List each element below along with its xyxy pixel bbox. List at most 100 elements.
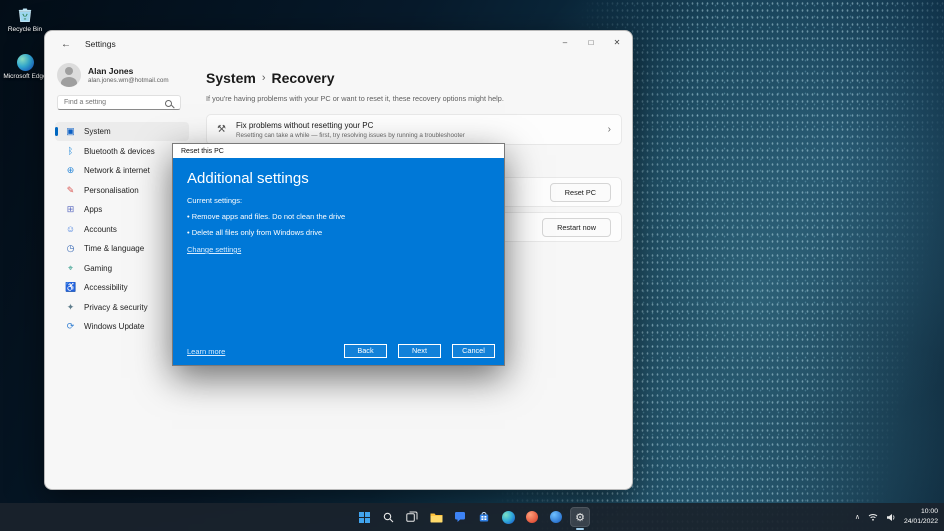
close-button[interactable]: ✕ bbox=[604, 31, 630, 53]
back-button[interactable]: ← bbox=[57, 39, 75, 50]
network-icon: ⊕ bbox=[66, 165, 75, 175]
breadcrumb: System › Recovery bbox=[206, 70, 335, 86]
sidebar-item-label: Windows Update bbox=[84, 322, 145, 331]
tray-chevron-up-icon[interactable]: ∧ bbox=[855, 513, 860, 521]
search-box bbox=[57, 95, 181, 110]
window-titlebar: ← Settings – □ ✕ bbox=[45, 31, 632, 57]
start-button[interactable] bbox=[354, 507, 374, 527]
desktop-icon-microsoft-edge[interactable]: Microsoft Edge bbox=[2, 54, 48, 80]
dialog-footer: Learn more Back Next Cancel bbox=[187, 344, 495, 358]
sidebar-item-system[interactable]: ▣ System bbox=[55, 122, 189, 141]
file-explorer-button[interactable] bbox=[426, 507, 446, 527]
accessibility-icon: ♿ bbox=[65, 282, 77, 292]
minimize-button[interactable]: – bbox=[552, 31, 578, 53]
clock-time: 10:00 bbox=[920, 508, 938, 516]
personalisation-icon: ✎ bbox=[66, 184, 75, 195]
folder-icon bbox=[430, 513, 442, 522]
window-controls: – □ ✕ bbox=[552, 31, 630, 53]
desktop-icon-label: Microsoft Edge bbox=[3, 73, 47, 80]
desktop-icon-recycle-bin[interactable]: Recycle Bin bbox=[2, 6, 48, 33]
windows-logo-icon bbox=[358, 511, 370, 523]
recycle-bin-icon bbox=[2, 6, 48, 24]
microsoft-edge-button[interactable] bbox=[498, 507, 518, 527]
current-settings-label: Current settings: bbox=[187, 196, 243, 205]
bluetooth-icon: ᛒ bbox=[67, 146, 74, 156]
back-button[interactable]: Back bbox=[344, 344, 387, 358]
system-icon: ▣ bbox=[66, 126, 75, 136]
edge-icon bbox=[501, 510, 515, 524]
sidebar-item-label: Bluetooth & devices bbox=[84, 146, 155, 156]
pinned-app-button[interactable] bbox=[522, 507, 542, 527]
sidebar-nav: ▣ System ᛒ Bluetooth & devices ⊕ Network… bbox=[55, 122, 191, 336]
cancel-button[interactable]: Cancel bbox=[452, 344, 495, 358]
fix-problems-card[interactable]: ⚒ Fix problems without resetting your PC… bbox=[206, 114, 622, 145]
breadcrumb-system[interactable]: System bbox=[206, 70, 256, 86]
apps-icon: ⊞ bbox=[66, 204, 75, 214]
desktop-icon-label: Recycle Bin bbox=[7, 26, 43, 33]
setting-item: • Remove apps and files. Do not clean th… bbox=[187, 212, 346, 221]
dialog-titlebar: Reset this PC bbox=[173, 144, 504, 158]
maximize-button[interactable]: □ bbox=[578, 31, 604, 53]
dialog-body: Additional settings Current settings: • … bbox=[173, 158, 504, 367]
task-view-icon bbox=[406, 511, 418, 522]
restart-now-button[interactable]: Restart now bbox=[542, 217, 611, 237]
chat-button[interactable] bbox=[450, 507, 470, 527]
sidebar-item-label: Time & language bbox=[84, 244, 145, 253]
sidebar-item-personalisation[interactable]: ✎ Personalisation bbox=[55, 181, 189, 200]
pinned-app-icon bbox=[526, 511, 538, 523]
chat-icon bbox=[455, 512, 465, 522]
wifi-icon[interactable] bbox=[868, 513, 878, 521]
reset-this-pc-dialog: Reset this PC Additional settings Curren… bbox=[172, 143, 505, 366]
reset-pc-button[interactable]: Reset PC bbox=[549, 182, 611, 202]
setting-item: • Delete all files only from Windows dri… bbox=[187, 228, 323, 237]
gaming-icon: ⌖ bbox=[67, 262, 74, 273]
pinned-app-button[interactable] bbox=[546, 507, 566, 527]
user-profile[interactable]: Alan Jones alan.jones.wm@hotmail.com bbox=[57, 63, 191, 87]
sidebar-item-label: Accounts bbox=[84, 224, 117, 234]
sidebar-item-windows-update[interactable]: ⟳ Windows Update bbox=[55, 317, 189, 336]
fix-card-title: Fix problems without resetting your PC bbox=[235, 120, 374, 130]
microsoft-store-button[interactable] bbox=[474, 507, 494, 527]
sidebar-item-accounts[interactable]: ☺ Accounts bbox=[55, 220, 189, 239]
sidebar-item-gaming[interactable]: ⌖ Gaming bbox=[55, 259, 189, 278]
search-icon bbox=[165, 100, 172, 107]
settings-taskbar-button[interactable]: ⚙ bbox=[570, 507, 590, 530]
next-button[interactable]: Next bbox=[398, 344, 441, 358]
sidebar-item-label: Apps bbox=[84, 205, 103, 214]
sidebar-item-bluetooth-devices[interactable]: ᛒ Bluetooth & devices bbox=[55, 142, 189, 161]
search-taskbar-button[interactable] bbox=[378, 507, 398, 527]
search-input[interactable] bbox=[58, 99, 168, 106]
sidebar-item-apps[interactable]: ⊞ Apps bbox=[55, 200, 189, 219]
taskbar-clock[interactable]: 10:00 24/01/2022 bbox=[904, 507, 938, 526]
user-name: Alan Jones bbox=[88, 65, 134, 76]
task-view-button[interactable] bbox=[402, 507, 422, 527]
store-icon bbox=[479, 512, 489, 522]
sidebar-item-label: Privacy & security bbox=[84, 302, 148, 312]
learn-more-link[interactable]: Learn more bbox=[187, 347, 225, 356]
sidebar-item-label: Gaming bbox=[84, 263, 113, 273]
sidebar-item-privacy-security[interactable]: ✦ Privacy & security bbox=[55, 298, 189, 317]
clock-date: 24/01/2022 bbox=[903, 518, 938, 525]
page-title: Recovery bbox=[271, 70, 335, 86]
volume-icon[interactable] bbox=[886, 513, 896, 522]
dialog-title: Reset this PC bbox=[181, 147, 224, 155]
sidebar-item-label: System bbox=[84, 127, 111, 136]
user-email: alan.jones.wm@hotmail.com bbox=[88, 77, 169, 85]
taskbar: ⚙ ∧ 10:00 24/01/2022 bbox=[0, 503, 944, 531]
sidebar-item-network-internet[interactable]: ⊕ Network & internet bbox=[55, 161, 189, 180]
current-settings-list: • Remove apps and files. Do not clean th… bbox=[187, 212, 490, 237]
edge-icon bbox=[2, 54, 48, 71]
breadcrumb-separator: › bbox=[261, 72, 266, 84]
taskbar-center-icons: ⚙ bbox=[354, 507, 590, 530]
page-subtitle: If you're having problems with your PC o… bbox=[206, 94, 504, 103]
accounts-icon: ☺ bbox=[65, 224, 76, 234]
chevron-right-icon: › bbox=[607, 124, 611, 135]
gear-icon: ⚙ bbox=[575, 511, 585, 524]
sidebar-item-accessibility[interactable]: ♿ Accessibility bbox=[55, 278, 189, 297]
change-settings-link[interactable]: Change settings bbox=[187, 245, 241, 254]
window-title: Settings bbox=[85, 39, 116, 49]
fix-card-subtitle: Resetting can take a while — first, try … bbox=[235, 131, 465, 139]
sidebar-item-label: Personalisation bbox=[84, 185, 139, 195]
sidebar-item-time-language[interactable]: ◷ Time & language bbox=[55, 239, 189, 258]
troubleshoot-icon: ⚒ bbox=[217, 124, 226, 135]
